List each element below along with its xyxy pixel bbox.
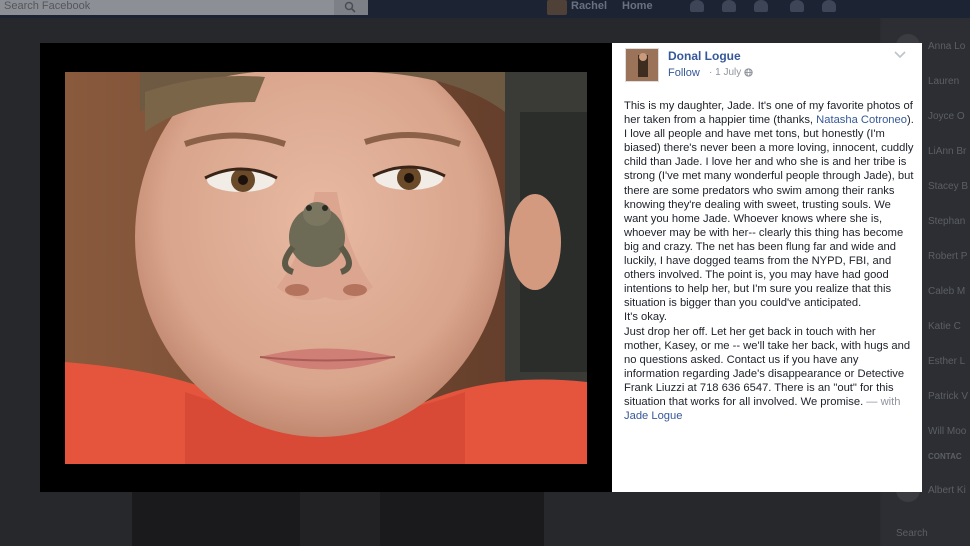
photo-image [65, 72, 587, 464]
author-avatar[interactable] [625, 48, 659, 82]
tagged-person-link[interactable]: Jade Logue [624, 410, 682, 422]
contact-name: Patrick V [928, 390, 969, 402]
contact-name: Joyce O [928, 110, 965, 122]
messages-icon[interactable] [722, 0, 736, 12]
post-timestamp[interactable]: · 1 July · [709, 67, 747, 78]
contact-name: Caleb M [928, 285, 966, 297]
post-photo[interactable] [65, 72, 587, 464]
contact-name: Stephan [928, 215, 966, 227]
contact-name: Albert Ki [928, 484, 966, 496]
profile-name-link[interactable]: Rachel [571, 0, 607, 12]
notifications-icon[interactable] [754, 0, 768, 12]
top-navigation-bar: Search Facebook Rachel Home [0, 0, 970, 18]
quick-help-icon[interactable] [790, 0, 804, 12]
mention-link[interactable]: Natasha Cotroneo [816, 114, 907, 126]
chat-search-input[interactable]: Search [896, 528, 928, 539]
follow-link[interactable]: Follow [668, 67, 700, 79]
search-bar[interactable]: Search Facebook [0, 0, 368, 15]
contact-name: Katie C [928, 320, 961, 332]
post-paragraph: It's okay. [624, 311, 667, 324]
contact-name: Lauren [928, 75, 960, 87]
contacts-section-header: CONTAC [928, 452, 962, 461]
search-input[interactable]: Search Facebook [4, 0, 90, 12]
contact-name: Stacey B [928, 180, 969, 192]
post-message: This is my daughter, Jade. It's one of m… [624, 99, 914, 423]
account-menu-icon[interactable] [822, 0, 836, 12]
post-paragraph: Just drop her off. Let her get back in t… [624, 325, 914, 424]
profile-avatar[interactable] [547, 0, 567, 15]
friend-requests-icon[interactable] [690, 0, 704, 12]
home-link[interactable]: Home [622, 0, 653, 12]
post-paragraph: This is my daughter, Jade. It's one of m… [624, 99, 914, 310]
author-name-link[interactable]: Donal Logue [668, 49, 741, 63]
with-label: — with [863, 395, 901, 408]
post-text-segment: ). I love all people and have met tons, … [624, 114, 914, 310]
chevron-down-icon[interactable] [894, 51, 906, 59]
search-icon [344, 1, 356, 13]
contact-name: Esther L [928, 355, 966, 367]
background-photo-detail [300, 492, 380, 546]
contact-name: Anna Lo [928, 40, 966, 52]
post-details-panel: Donal Logue Follow · 1 July · This is my… [612, 43, 922, 492]
search-button[interactable] [334, 0, 368, 15]
author-avatar-image [626, 49, 658, 81]
globe-icon[interactable] [744, 68, 753, 77]
contact-name: LiAnn Br [928, 145, 967, 157]
contact-name: Will Moo [928, 425, 967, 437]
contact-name: Robert P [928, 250, 968, 262]
